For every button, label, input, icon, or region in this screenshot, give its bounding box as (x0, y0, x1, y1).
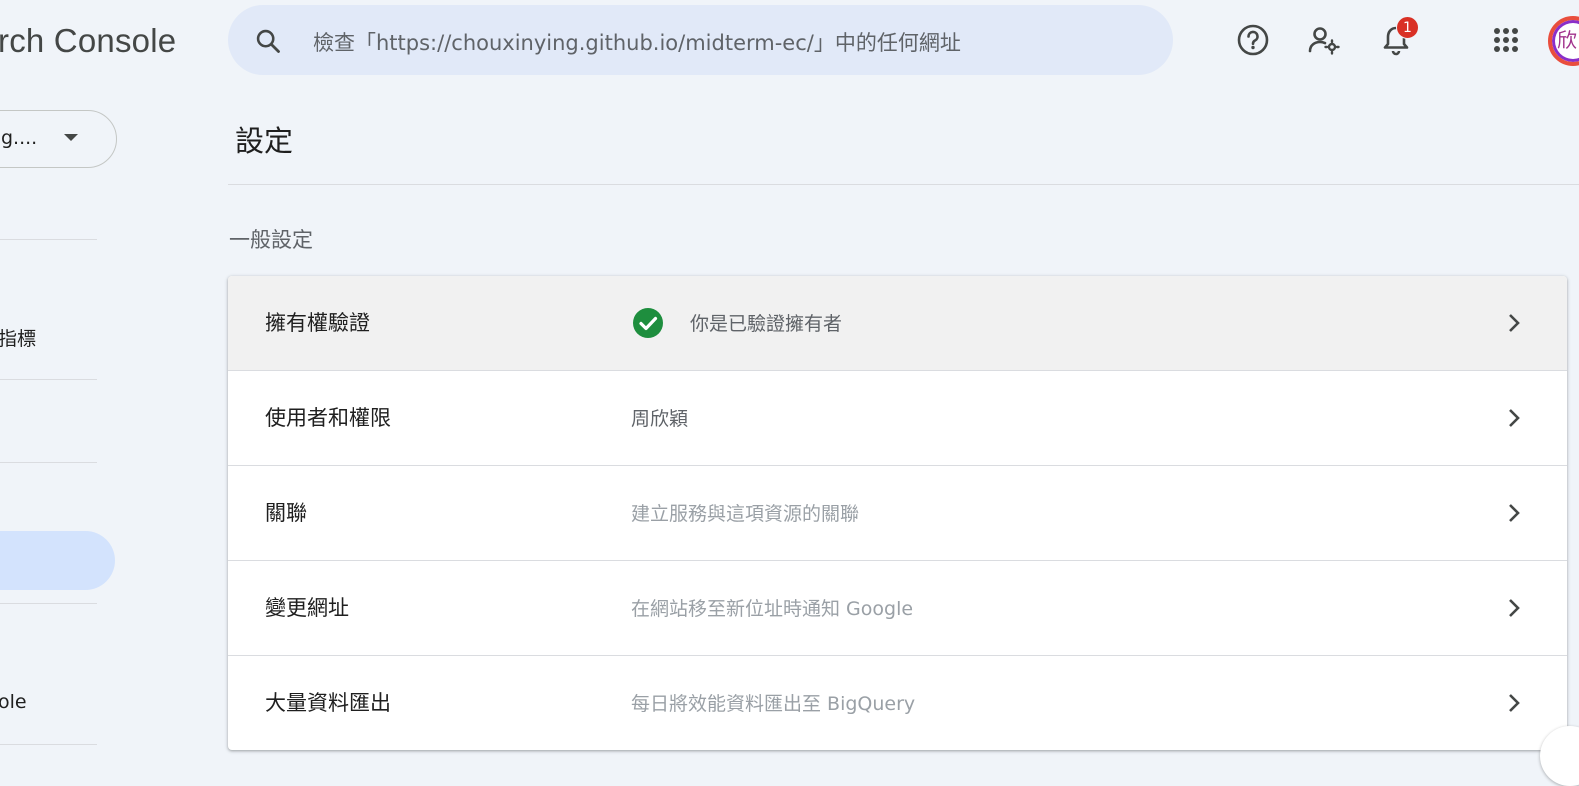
settings-row-ownership[interactable]: 擁有權驗證 你是已驗證擁有者 (228, 276, 1567, 371)
row-label: 使用者和權限 (265, 406, 391, 430)
settings-row-associations[interactable]: 關聯 建立服務與這項資源的關聯 (228, 466, 1567, 561)
sidebar-divider (0, 603, 97, 604)
account-avatar[interactable]: 欣 (1548, 16, 1579, 66)
row-value: 每日將效能資料匯出至 BigQuery (631, 693, 916, 715)
row-value: 你是已驗證擁有者 (690, 313, 843, 335)
sidebar-divider (0, 379, 97, 380)
search-placeholder[interactable]: 檢查「https://chouxinying.github.io/midterm… (313, 27, 961, 57)
title-divider (228, 184, 1579, 185)
chevron-right-icon (1509, 599, 1520, 617)
property-selector[interactable]: g.... (0, 110, 117, 168)
sidebar-divider (0, 462, 97, 463)
help-icon[interactable] (1235, 22, 1271, 58)
search-icon (256, 29, 280, 53)
row-label: 擁有權驗證 (265, 311, 370, 335)
section-title: 一般設定 (229, 228, 313, 252)
row-value: 在網站移至新位址時通知 Google (631, 598, 914, 620)
settings-row-users-permissions[interactable]: 使用者和權限 周欣穎 (228, 371, 1567, 466)
manage-users-icon[interactable] (1306, 22, 1342, 58)
chevron-right-icon (1509, 694, 1520, 712)
row-value: 建立服務與這項資源的關聯 (631, 503, 860, 525)
page-title: 設定 (235, 124, 294, 158)
caret-down-icon (64, 134, 78, 141)
sidebar-item-metrics[interactable]: 指標 (0, 324, 36, 351)
sidebar-item-console[interactable]: ole (0, 691, 27, 713)
settings-row-change-address[interactable]: 變更網址 在網站移至新位址時通知 Google (228, 561, 1567, 656)
row-label: 關聯 (265, 501, 307, 525)
general-settings-card: 擁有權驗證 你是已驗證擁有者 使用者和權限 周欣穎 關聯 建立服務與這項資源的關… (228, 276, 1567, 750)
row-value: 周欣穎 (631, 408, 689, 430)
app-title[interactable]: rch Console (0, 22, 176, 60)
chevron-right-icon (1509, 504, 1520, 522)
check-circle-icon (633, 308, 663, 338)
row-label: 大量資料匯出 (265, 691, 391, 715)
chevron-right-icon (1509, 314, 1520, 332)
settings-row-bulk-export[interactable]: 大量資料匯出 每日將效能資料匯出至 BigQuery (228, 656, 1567, 750)
sidebar-item-settings-active[interactable] (0, 531, 115, 590)
notification-badge: 1 (1396, 16, 1419, 39)
sidebar-divider (0, 744, 97, 745)
chevron-right-icon (1509, 409, 1520, 427)
property-label: g.... (1, 127, 38, 149)
url-inspection-search[interactable]: 檢查「https://chouxinying.github.io/midterm… (228, 5, 1173, 75)
sidebar-divider (0, 239, 97, 240)
row-label: 變更網址 (265, 596, 349, 620)
apps-icon[interactable] (1488, 22, 1524, 58)
